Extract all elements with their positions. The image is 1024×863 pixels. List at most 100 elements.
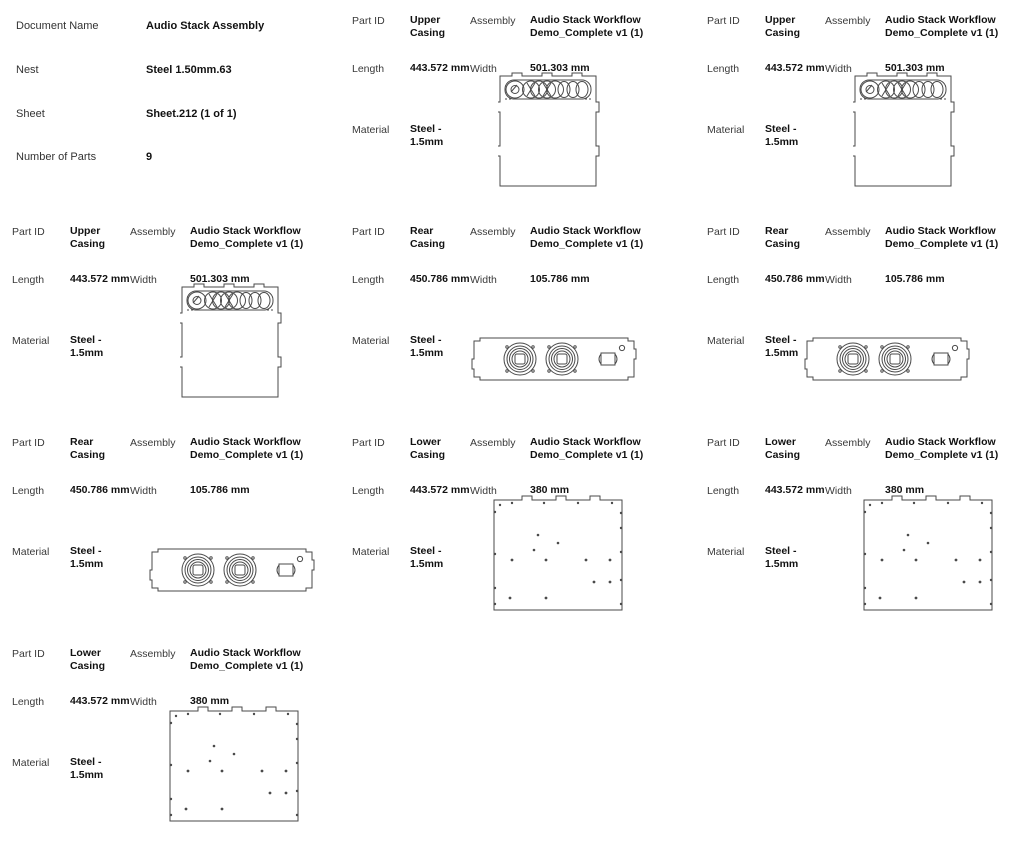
part-identity-row: Part ID Upper Casing Assembly Audio Stac… [707,14,1024,40]
document-field-value: 9 [146,151,153,164]
part-dimensions-row: Length 450.786 mm Width 105.786 mm [12,484,340,499]
material-value: Steel - 1.5mm [410,122,444,149]
assembly-label: Assembly [130,437,176,449]
part-id-label: Part ID [12,648,45,660]
document-field-value: Audio Stack Assembly [146,20,265,32]
assembly-value: Audio Stack Workflow Demo_Complete v1 (1… [885,436,999,462]
length-label: Length [352,485,385,498]
length-label: Length [12,485,45,498]
length-label: Length [12,274,45,287]
material-label: Material [352,334,390,347]
length-label: Length [707,274,740,287]
material-value: Steel - 1.5mm [70,544,104,571]
part-card: Part ID Upper Casing Assembly Audio Stac… [340,0,695,211]
assembly-value: Audio Stack Workflow Demo_Complete v1 (1… [190,436,304,462]
part-id-label: Part ID [352,226,385,238]
part-dimensions-row: Length 450.786 mm Width 105.786 mm [352,273,695,288]
material-value: Steel - 1.5mm [765,122,799,149]
assembly-label: Assembly [470,226,516,238]
width-value: 105.786 mm [190,484,250,497]
part-material-row: Material Steel - 1.5mm [12,334,340,360]
upper-casing-drawing [853,68,957,190]
document-field-row: Number of Parts 9 [16,151,340,165]
material-label: Material [352,123,390,136]
material-value: Steel - 1.5mm [765,544,799,571]
document-field-row: Sheet Sheet.212 (1 of 1) [16,108,340,122]
length-label: Length [707,63,740,76]
assembly-value: Audio Stack Workflow Demo_Complete v1 (1… [530,14,644,40]
part-id-value: Rear Casing [765,225,801,251]
part-dimensions-row: Length 443.572 mm Width 501.303 mm [12,273,340,288]
report-grid: Document Name Audio Stack Assembly Nest … [0,0,1024,863]
upper-casing-drawing [180,279,284,401]
length-value: 450.786 mm [70,484,130,497]
nest-report-sheet: Document Name Audio Stack Assembly Nest … [0,0,1024,863]
material-value: Steel - 1.5mm [70,755,104,782]
part-card: Part ID Lower Casing Assembly Audio Stac… [340,422,695,633]
part-identity-row: Part ID Rear Casing Assembly Audio Stack… [707,225,1024,251]
material-label: Material [12,334,50,347]
rear-casing-drawing [470,333,638,385]
document-field-value: Sheet.212 (1 of 1) [146,107,237,120]
material-label: Material [12,545,50,558]
assembly-value: Audio Stack Workflow Demo_Complete v1 (1… [885,14,999,40]
material-label: Material [352,545,390,558]
material-value: Steel - 1.5mm [70,333,104,360]
lower-casing-drawing [166,703,302,825]
part-identity-row: Part ID Upper Casing Assembly Audio Stac… [352,14,695,40]
length-label: Length [352,274,385,287]
assembly-label: Assembly [130,226,176,238]
part-identity-row: Part ID Lower Casing Assembly Audio Stac… [707,436,1024,462]
part-id-label: Part ID [352,437,385,449]
part-card: Part ID Rear Casing Assembly Audio Stack… [340,211,695,422]
part-card: Part ID Upper Casing Assembly Audio Stac… [0,211,340,422]
document-field-row: Nest Steel 1.50mm.63 [16,64,340,78]
length-value: 443.572 mm [765,62,825,75]
length-value: 443.572 mm [410,62,470,75]
length-label: Length [352,63,385,76]
assembly-label: Assembly [825,15,871,27]
part-id-label: Part ID [707,15,740,27]
document-field-row: Document Name Audio Stack Assembly [16,20,340,34]
document-field-label: Sheet [16,107,45,120]
lower-casing-drawing [860,492,996,614]
part-id-value: Rear Casing [70,436,106,462]
empty-cell [340,633,695,863]
assembly-value: Audio Stack Workflow Demo_Complete v1 (1… [190,225,304,251]
assembly-label: Assembly [130,648,176,660]
part-card: Part ID Lower Casing Assembly Audio Stac… [695,422,1024,633]
length-value: 450.786 mm [765,273,825,286]
part-id-label: Part ID [707,226,740,238]
part-card: Part ID Rear Casing Assembly Audio Stack… [695,211,1024,422]
part-identity-row: Part ID Rear Casing Assembly Audio Stack… [352,225,695,251]
material-value: Steel - 1.5mm [410,333,444,360]
rear-casing-drawing [803,333,971,385]
width-label: Width [825,274,852,287]
width-value: 105.786 mm [530,273,590,286]
part-identity-row: Part ID Lower Casing Assembly Audio Stac… [12,647,340,673]
assembly-value: Audio Stack Workflow Demo_Complete v1 (1… [530,436,644,462]
width-value: 105.786 mm [885,273,945,286]
document-field-label: Document Name [16,20,99,32]
material-value: Steel - 1.5mm [410,544,444,571]
part-id-value: Upper Casing [410,14,446,40]
length-value: 443.572 mm [765,484,825,497]
length-label: Length [12,696,45,709]
part-card: Part ID Rear Casing Assembly Audio Stack… [0,422,340,633]
part-id-value: Lower Casing [410,436,446,462]
part-dimensions-row: Length 450.786 mm Width 105.786 mm [707,273,1024,288]
length-value: 443.572 mm [70,695,130,708]
length-value: 443.572 mm [410,484,470,497]
assembly-label: Assembly [470,437,516,449]
part-id-value: Rear Casing [410,225,446,251]
empty-cell [695,633,1024,863]
lower-casing-drawing [490,492,626,614]
document-field-label: Number of Parts [16,151,97,164]
length-value: 443.572 mm [70,273,130,286]
part-card: Part ID Upper Casing Assembly Audio Stac… [695,0,1024,211]
part-id-label: Part ID [12,226,45,238]
part-id-value: Lower Casing [70,647,106,673]
document-info-block: Document Name Audio Stack Assembly Nest … [0,0,340,211]
length-label: Length [707,485,740,498]
part-id-value: Upper Casing [765,14,801,40]
